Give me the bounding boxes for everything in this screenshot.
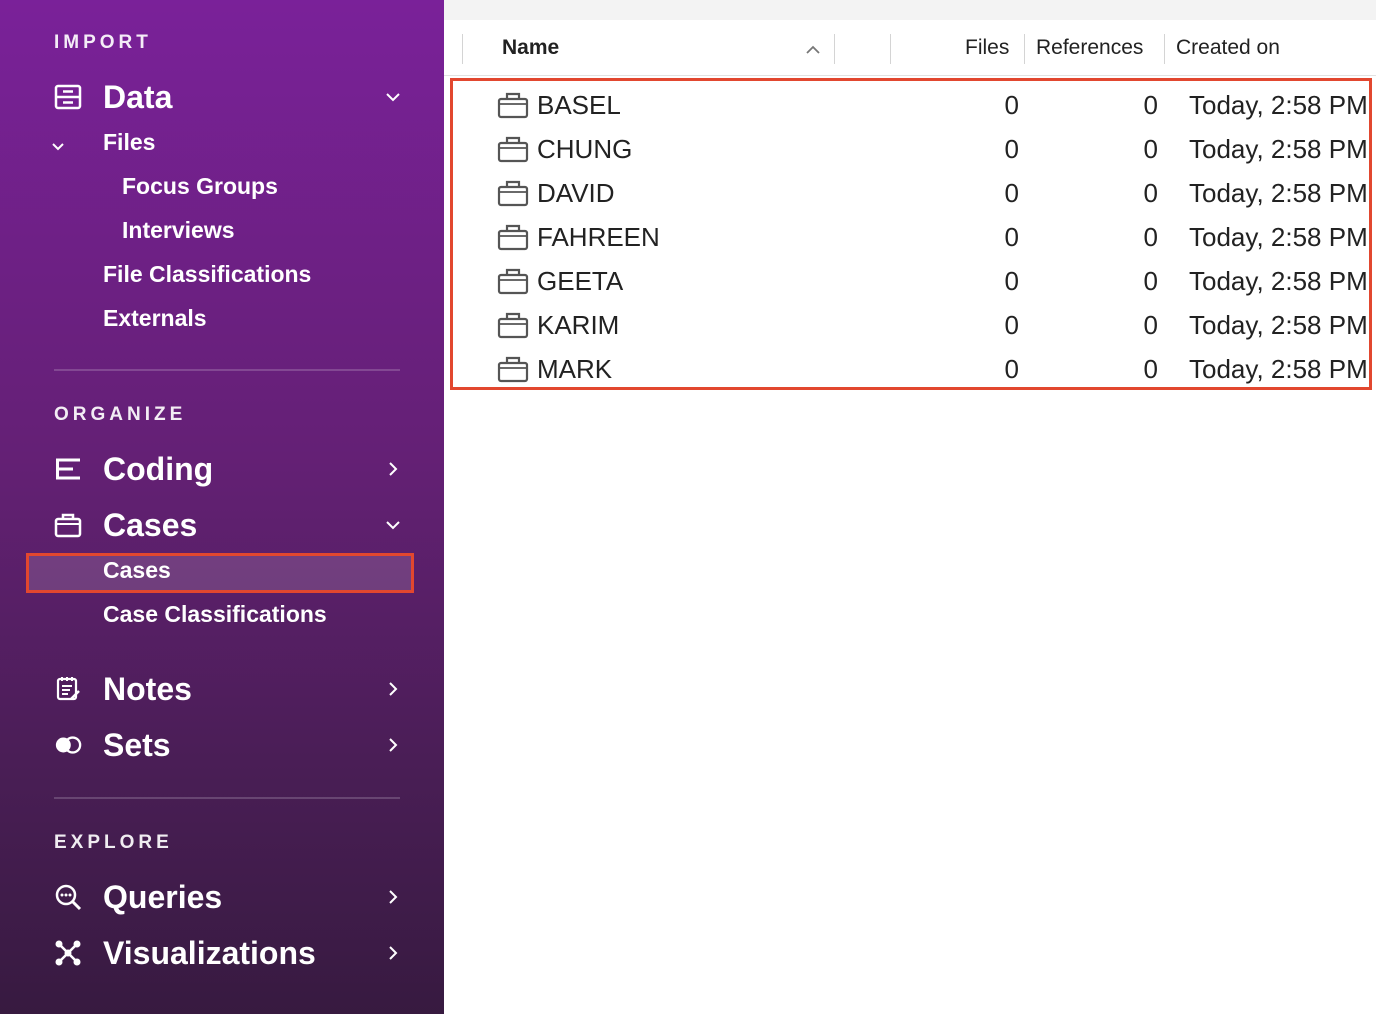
sort-ascending-icon[interactable]: [805, 42, 821, 60]
column-header-name[interactable]: Name: [502, 36, 559, 60]
nav-externals[interactable]: Externals: [103, 305, 207, 332]
visualizations-icon: [54, 939, 82, 967]
divider: [54, 369, 400, 371]
nav-file-classifications[interactable]: File Classifications: [103, 261, 311, 288]
nav-coding[interactable]: Coding: [54, 447, 414, 491]
chevron-down-icon[interactable]: [384, 516, 402, 534]
section-organize: ORGANIZE: [54, 404, 187, 425]
column-header-references[interactable]: References: [1036, 36, 1143, 60]
nav-cases-selected[interactable]: Cases: [26, 553, 414, 593]
queries-icon: [54, 883, 82, 911]
briefcase-icon: [54, 511, 82, 539]
sidebar: IMPORT Data Files Focus Groups Interview…: [0, 0, 444, 1014]
nav-data-label: Data: [103, 78, 173, 115]
nav-notes[interactable]: Notes: [54, 667, 414, 711]
nav-notes-label: Notes: [103, 670, 192, 707]
data-icon: [54, 83, 82, 111]
nav-focus-groups[interactable]: Focus Groups: [122, 173, 278, 200]
nav-sets-label: Sets: [103, 726, 171, 763]
notes-icon: [54, 675, 82, 703]
chevron-right-icon[interactable]: [384, 680, 402, 698]
column-separator[interactable]: [1024, 34, 1025, 64]
column-separator[interactable]: [890, 34, 891, 64]
section-import: IMPORT: [54, 32, 152, 53]
toolbar-strip: [444, 0, 1376, 20]
cases-list-pane: Name Files References Created on BASEL 0 0…: [444, 0, 1376, 1014]
chevron-right-icon[interactable]: [384, 888, 402, 906]
nav-data[interactable]: Data: [54, 75, 414, 119]
nav-files[interactable]: Files: [103, 129, 155, 156]
table-header: Name Files References Created on: [444, 20, 1376, 76]
nav-cases-label: Cases: [103, 506, 198, 543]
nav-cases[interactable]: Cases: [54, 503, 414, 547]
selection-highlight: [450, 78, 1372, 390]
chevron-down-icon[interactable]: [384, 88, 402, 106]
nav-queries-label: Queries: [103, 878, 223, 915]
divider: [54, 797, 400, 799]
nav-sets[interactable]: Sets: [54, 723, 414, 767]
chevron-right-icon[interactable]: [384, 944, 402, 962]
nav-case-classifications[interactable]: Case Classifications: [103, 601, 327, 628]
column-separator[interactable]: [462, 34, 463, 64]
nav-interviews[interactable]: Interviews: [122, 217, 235, 244]
nav-queries[interactable]: Queries: [54, 875, 414, 919]
nav-coding-label: Coding: [103, 450, 214, 487]
nav-visualizations-label: Visualizations: [103, 934, 316, 971]
column-header-created-on[interactable]: Created on: [1176, 36, 1280, 60]
column-separator[interactable]: [834, 34, 835, 64]
column-separator[interactable]: [1164, 34, 1165, 64]
section-explore: EXPLORE: [54, 832, 173, 853]
nav-visualizations[interactable]: Visualizations: [54, 931, 414, 975]
nav-cases-sub-label: Cases: [103, 557, 171, 583]
chevron-right-icon[interactable]: [384, 736, 402, 754]
sets-icon: [54, 731, 82, 759]
chevron-down-icon[interactable]: [50, 138, 66, 154]
chevron-right-icon[interactable]: [384, 460, 402, 478]
coding-icon: [54, 455, 82, 483]
column-header-files[interactable]: Files: [965, 36, 1009, 60]
